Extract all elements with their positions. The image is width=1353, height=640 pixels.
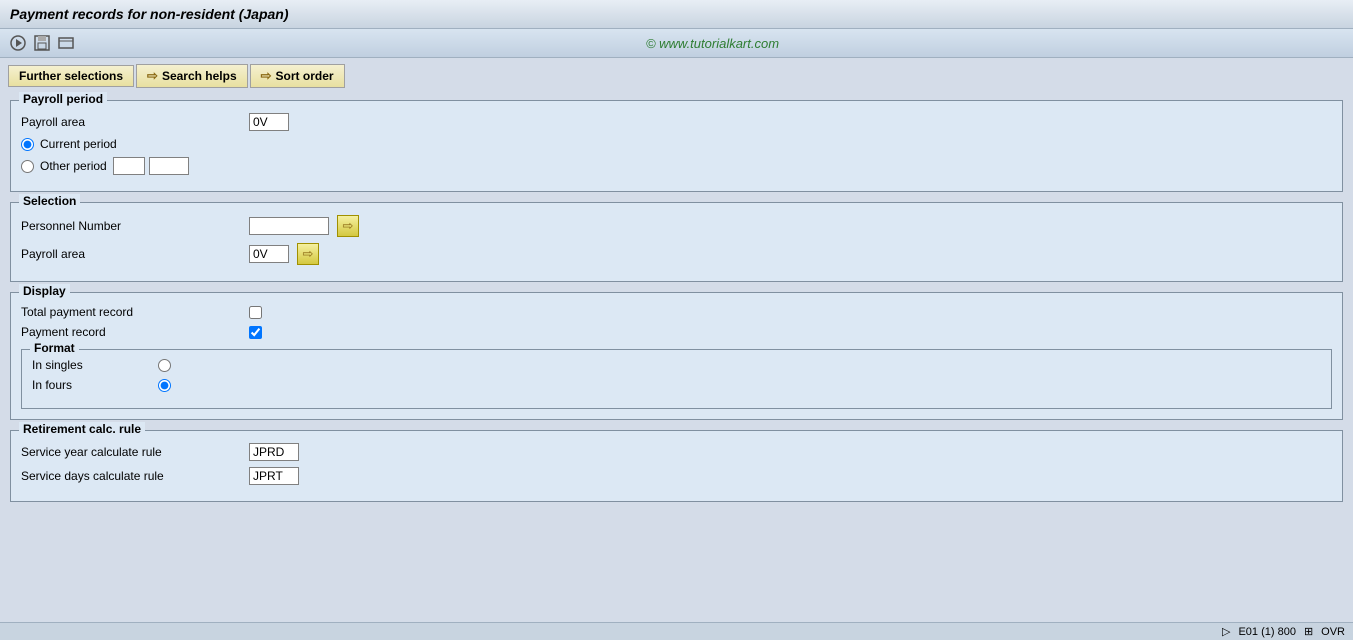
title-bar: Payment records for non-resident (Japan) (0, 0, 1353, 29)
other-period-radio[interactable] (21, 160, 34, 173)
payroll-period-body: Payroll area Current period Other period (11, 101, 1342, 191)
service-days-label: Service days calculate rule (21, 469, 241, 483)
format-section: Format In singles In fours (21, 349, 1332, 409)
tab-search-helps[interactable]: ⇨ Search helps (136, 64, 248, 88)
status-session: E01 (1) 800 (1238, 626, 1295, 638)
period-inputs (113, 157, 189, 175)
sort-order-label: Sort order (276, 69, 334, 83)
main-content: Payroll period Payroll area Current peri… (0, 94, 1353, 518)
service-year-row: Service year calculate rule (21, 443, 1332, 461)
in-singles-radio[interactable] (158, 359, 171, 372)
selection-payroll-area-row: Payroll area ⇨ (21, 243, 1332, 265)
personnel-number-row: Personnel Number ⇨ (21, 215, 1332, 237)
payroll-area-input[interactable] (249, 113, 289, 131)
personnel-number-nav-btn[interactable]: ⇨ (337, 215, 359, 237)
status-bar: ▷ E01 (1) 800 ⊞ OVR (0, 622, 1353, 640)
display-section: Display Total payment record Payment rec… (10, 292, 1343, 420)
in-fours-radio[interactable] (158, 379, 171, 392)
service-year-label: Service year calculate rule (21, 445, 241, 459)
total-payment-checkbox[interactable] (249, 306, 262, 319)
toolbar: © www.tutorialkart.com (0, 29, 1353, 58)
payroll-period-title: Payroll period (19, 92, 107, 106)
current-period-row: Current period (21, 137, 1332, 151)
current-period-radio[interactable] (21, 138, 34, 151)
selection-title: Selection (19, 194, 80, 208)
back-icon[interactable] (8, 33, 28, 53)
retirement-body: Service year calculate rule Service days… (11, 431, 1342, 501)
further-selections-label: Further selections (19, 69, 123, 83)
format-title: Format (30, 341, 79, 355)
local-icon[interactable] (56, 33, 76, 53)
other-period-label: Other period (40, 159, 107, 173)
selection-payroll-area-nav-btn[interactable]: ⇨ (297, 243, 319, 265)
search-helps-label: Search helps (162, 69, 237, 83)
retirement-title: Retirement calc. rule (19, 422, 145, 436)
other-period-input2[interactable] (149, 157, 189, 175)
sort-order-arrow: ⇨ (261, 68, 272, 84)
status-right: OVR (1321, 626, 1345, 638)
display-body: Total payment record Payment record Form… (11, 293, 1342, 419)
watermark: © www.tutorialkart.com (80, 36, 1345, 51)
in-fours-row: In fours (32, 378, 1321, 392)
in-fours-label: In fours (32, 378, 152, 392)
personnel-number-label: Personnel Number (21, 219, 241, 233)
payroll-period-section: Payroll period Payroll area Current peri… (10, 100, 1343, 192)
payroll-area-row: Payroll area (21, 113, 1332, 131)
selection-payroll-area-input[interactable] (249, 245, 289, 263)
payment-record-row: Payment record (21, 325, 1332, 339)
payment-record-label: Payment record (21, 325, 241, 339)
other-period-input1[interactable] (113, 157, 145, 175)
page-title: Payment records for non-resident (Japan) (10, 6, 289, 22)
in-singles-row: In singles (32, 358, 1321, 372)
retirement-section: Retirement calc. rule Service year calcu… (10, 430, 1343, 502)
personnel-number-input[interactable] (249, 217, 329, 235)
service-year-input[interactable] (249, 443, 299, 461)
save-icon[interactable] (32, 33, 52, 53)
status-left: ▷ (1222, 625, 1230, 638)
service-days-row: Service days calculate rule (21, 467, 1332, 485)
total-payment-row: Total payment record (21, 305, 1332, 319)
in-singles-label: In singles (32, 358, 152, 372)
payroll-area-label: Payroll area (21, 115, 241, 129)
payment-record-checkbox[interactable] (249, 326, 262, 339)
display-title: Display (19, 284, 70, 298)
search-helps-arrow: ⇨ (147, 68, 158, 84)
service-days-input[interactable] (249, 467, 299, 485)
tab-bar: Further selections ⇨ Search helps ⇨ Sort… (0, 58, 1353, 94)
total-payment-label: Total payment record (21, 305, 241, 319)
status-separator: ⊞ (1304, 625, 1313, 638)
selection-section: Selection Personnel Number ⇨ Payroll are… (10, 202, 1343, 282)
selection-body: Personnel Number ⇨ Payroll area ⇨ (11, 203, 1342, 281)
tab-sort-order[interactable]: ⇨ Sort order (250, 64, 345, 88)
current-period-label: Current period (40, 137, 117, 151)
selection-payroll-area-label: Payroll area (21, 247, 241, 261)
other-period-row: Other period (21, 157, 1332, 175)
tab-further-selections[interactable]: Further selections (8, 65, 134, 87)
